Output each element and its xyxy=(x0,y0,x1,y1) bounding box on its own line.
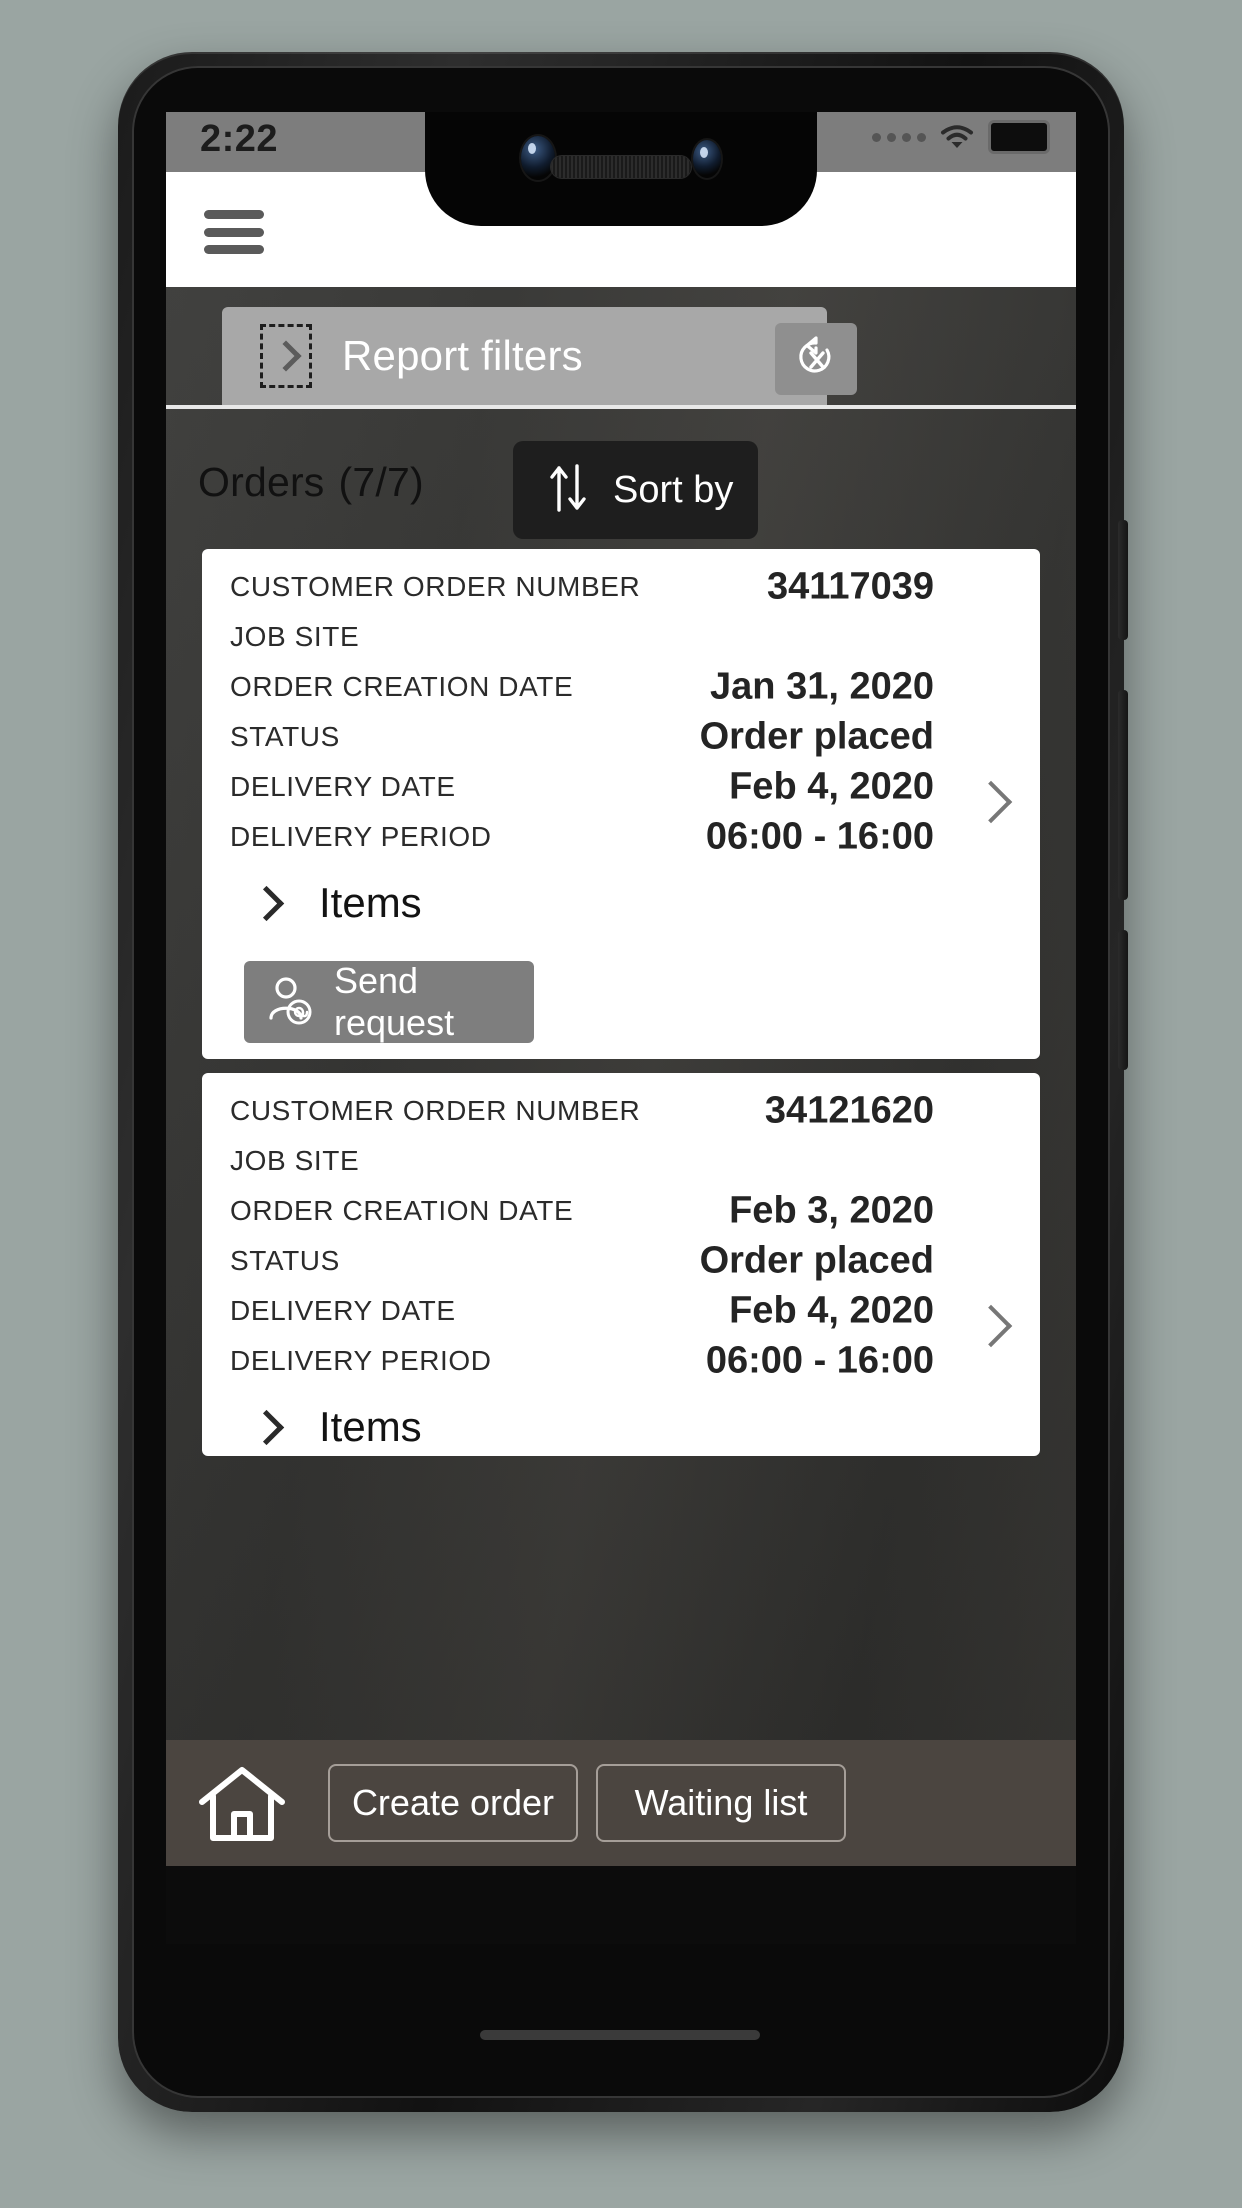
order-items-label: Items xyxy=(319,879,422,926)
field-label: DELIVERY DATE xyxy=(230,1295,456,1326)
create-order-button[interactable]: Create order xyxy=(328,1764,578,1842)
report-filters-label: Report filters xyxy=(342,332,583,379)
orders-count: (7/7) xyxy=(338,459,424,505)
screenshot-root: 2:22 Report filters Orders (7/7) Sort by… xyxy=(0,0,1242,2208)
order-items-toggle[interactable]: Items xyxy=(202,867,1040,939)
status-time: 2:22 xyxy=(200,118,279,160)
field-label: CUSTOMER ORDER NUMBER xyxy=(230,1095,641,1126)
filter-divider xyxy=(166,405,1076,409)
order-field-order-creation-date: ORDER CREATION DATE Jan 31, 2020 xyxy=(202,663,1040,711)
order-items-toggle[interactable]: Items xyxy=(202,1391,1040,1463)
report-filters-bar[interactable]: Report filters xyxy=(222,307,827,405)
front-sensor-icon xyxy=(693,140,721,178)
front-camera-icon xyxy=(521,136,555,180)
field-value: Feb 3, 2020 xyxy=(729,1189,934,1232)
status-badge: Order placed xyxy=(699,715,934,758)
waiting-list-button[interactable]: Waiting list xyxy=(596,1764,846,1842)
field-label: STATUS xyxy=(230,1245,340,1276)
field-value: 06:00 - 16:00 xyxy=(705,815,934,858)
field-value: Jan 31, 2020 xyxy=(710,665,934,708)
order-field-job-site: JOB SITE xyxy=(202,1137,1040,1185)
order-field-delivery-period: DELIVERY PERIOD 06:00 - 16:00 xyxy=(202,1337,1040,1385)
field-label: ORDER CREATION DATE xyxy=(230,1195,574,1226)
earpiece-speaker xyxy=(551,156,691,178)
sort-arrows-icon xyxy=(545,460,591,521)
field-label: JOB SITE xyxy=(230,1145,360,1176)
orders-header-row: Orders (7/7) Sort by xyxy=(166,427,1076,547)
order-field-delivery-date: DELIVERY DATE Feb 4, 2020 xyxy=(202,763,1040,811)
bottom-navigation-bar: Create order Waiting list xyxy=(166,1740,1076,1866)
field-label: DELIVERY PERIOD xyxy=(230,821,492,852)
home-icon[interactable] xyxy=(196,1764,288,1842)
phone-bottom-speaker xyxy=(480,2030,760,2040)
chevron-right-icon xyxy=(248,1409,285,1445)
order-items-label: Items xyxy=(319,1403,422,1450)
chevron-right-icon xyxy=(248,885,285,921)
field-label: STATUS xyxy=(230,721,340,752)
main-content: Report filters Orders (7/7) Sort by CUST… xyxy=(166,287,1076,1944)
wifi-icon xyxy=(940,124,974,150)
field-label: DELIVERY DATE xyxy=(230,771,456,802)
reset-filters-icon[interactable] xyxy=(775,323,857,395)
page-title: Orders (7/7) xyxy=(198,459,424,506)
field-value: Feb 4, 2020 xyxy=(729,1289,934,1332)
order-card[interactable]: CUSTOMER ORDER NUMBER 34117039 JOB SITE … xyxy=(202,549,1040,1059)
hamburger-menu-icon[interactable] xyxy=(204,210,264,254)
order-field-customer-order-number: CUSTOMER ORDER NUMBER 34121620 xyxy=(202,1087,1040,1135)
send-request-button[interactable]: Send request xyxy=(244,960,534,1043)
field-label: CUSTOMER ORDER NUMBER xyxy=(230,571,641,602)
status-icons xyxy=(872,120,1050,154)
phone-side-button-top[interactable] xyxy=(1118,520,1128,640)
user-email-icon xyxy=(266,974,316,1031)
chevron-right-icon[interactable] xyxy=(260,324,312,388)
order-card[interactable]: CUSTOMER ORDER NUMBER 34121620 JOB SITE … xyxy=(202,1073,1040,1456)
phone-notch xyxy=(425,112,817,226)
signal-dots-icon xyxy=(872,132,926,142)
order-field-status: STATUS Order placed xyxy=(202,713,1040,761)
field-label: JOB SITE xyxy=(230,621,360,652)
order-field-job-site: JOB SITE xyxy=(202,613,1040,661)
battery-icon xyxy=(988,120,1050,154)
field-label: DELIVERY PERIOD xyxy=(230,1345,492,1376)
field-label: ORDER CREATION DATE xyxy=(230,671,574,702)
sort-by-button[interactable]: Sort by xyxy=(513,441,758,539)
chevron-right-icon[interactable] xyxy=(969,1304,1013,1348)
order-field-status: STATUS Order placed xyxy=(202,1237,1040,1285)
field-value: 06:00 - 16:00 xyxy=(705,1339,934,1382)
sort-by-label: Sort by xyxy=(613,468,734,511)
system-nav-filler xyxy=(166,1866,1076,1944)
field-value: 34121620 xyxy=(764,1089,934,1132)
order-field-delivery-date: DELIVERY DATE Feb 4, 2020 xyxy=(202,1287,1040,1335)
order-field-delivery-period: DELIVERY PERIOD 06:00 - 16:00 xyxy=(202,813,1040,861)
order-field-customer-order-number: CUSTOMER ORDER NUMBER 34117039 xyxy=(202,563,1040,611)
phone-side-button-middle[interactable] xyxy=(1118,690,1128,900)
send-request-label: Send request xyxy=(334,960,455,1043)
orders-title-text: Orders xyxy=(198,459,325,505)
phone-side-button-bottom[interactable] xyxy=(1118,930,1128,1070)
status-badge: Order placed xyxy=(699,1239,934,1282)
phone-screen: 2:22 Report filters Orders (7/7) Sort by… xyxy=(166,112,1076,1944)
chevron-right-icon[interactable] xyxy=(969,780,1013,824)
field-value: 34117039 xyxy=(767,565,934,608)
order-field-order-creation-date: ORDER CREATION DATE Feb 3, 2020 xyxy=(202,1187,1040,1235)
field-value: Feb 4, 2020 xyxy=(729,765,934,808)
